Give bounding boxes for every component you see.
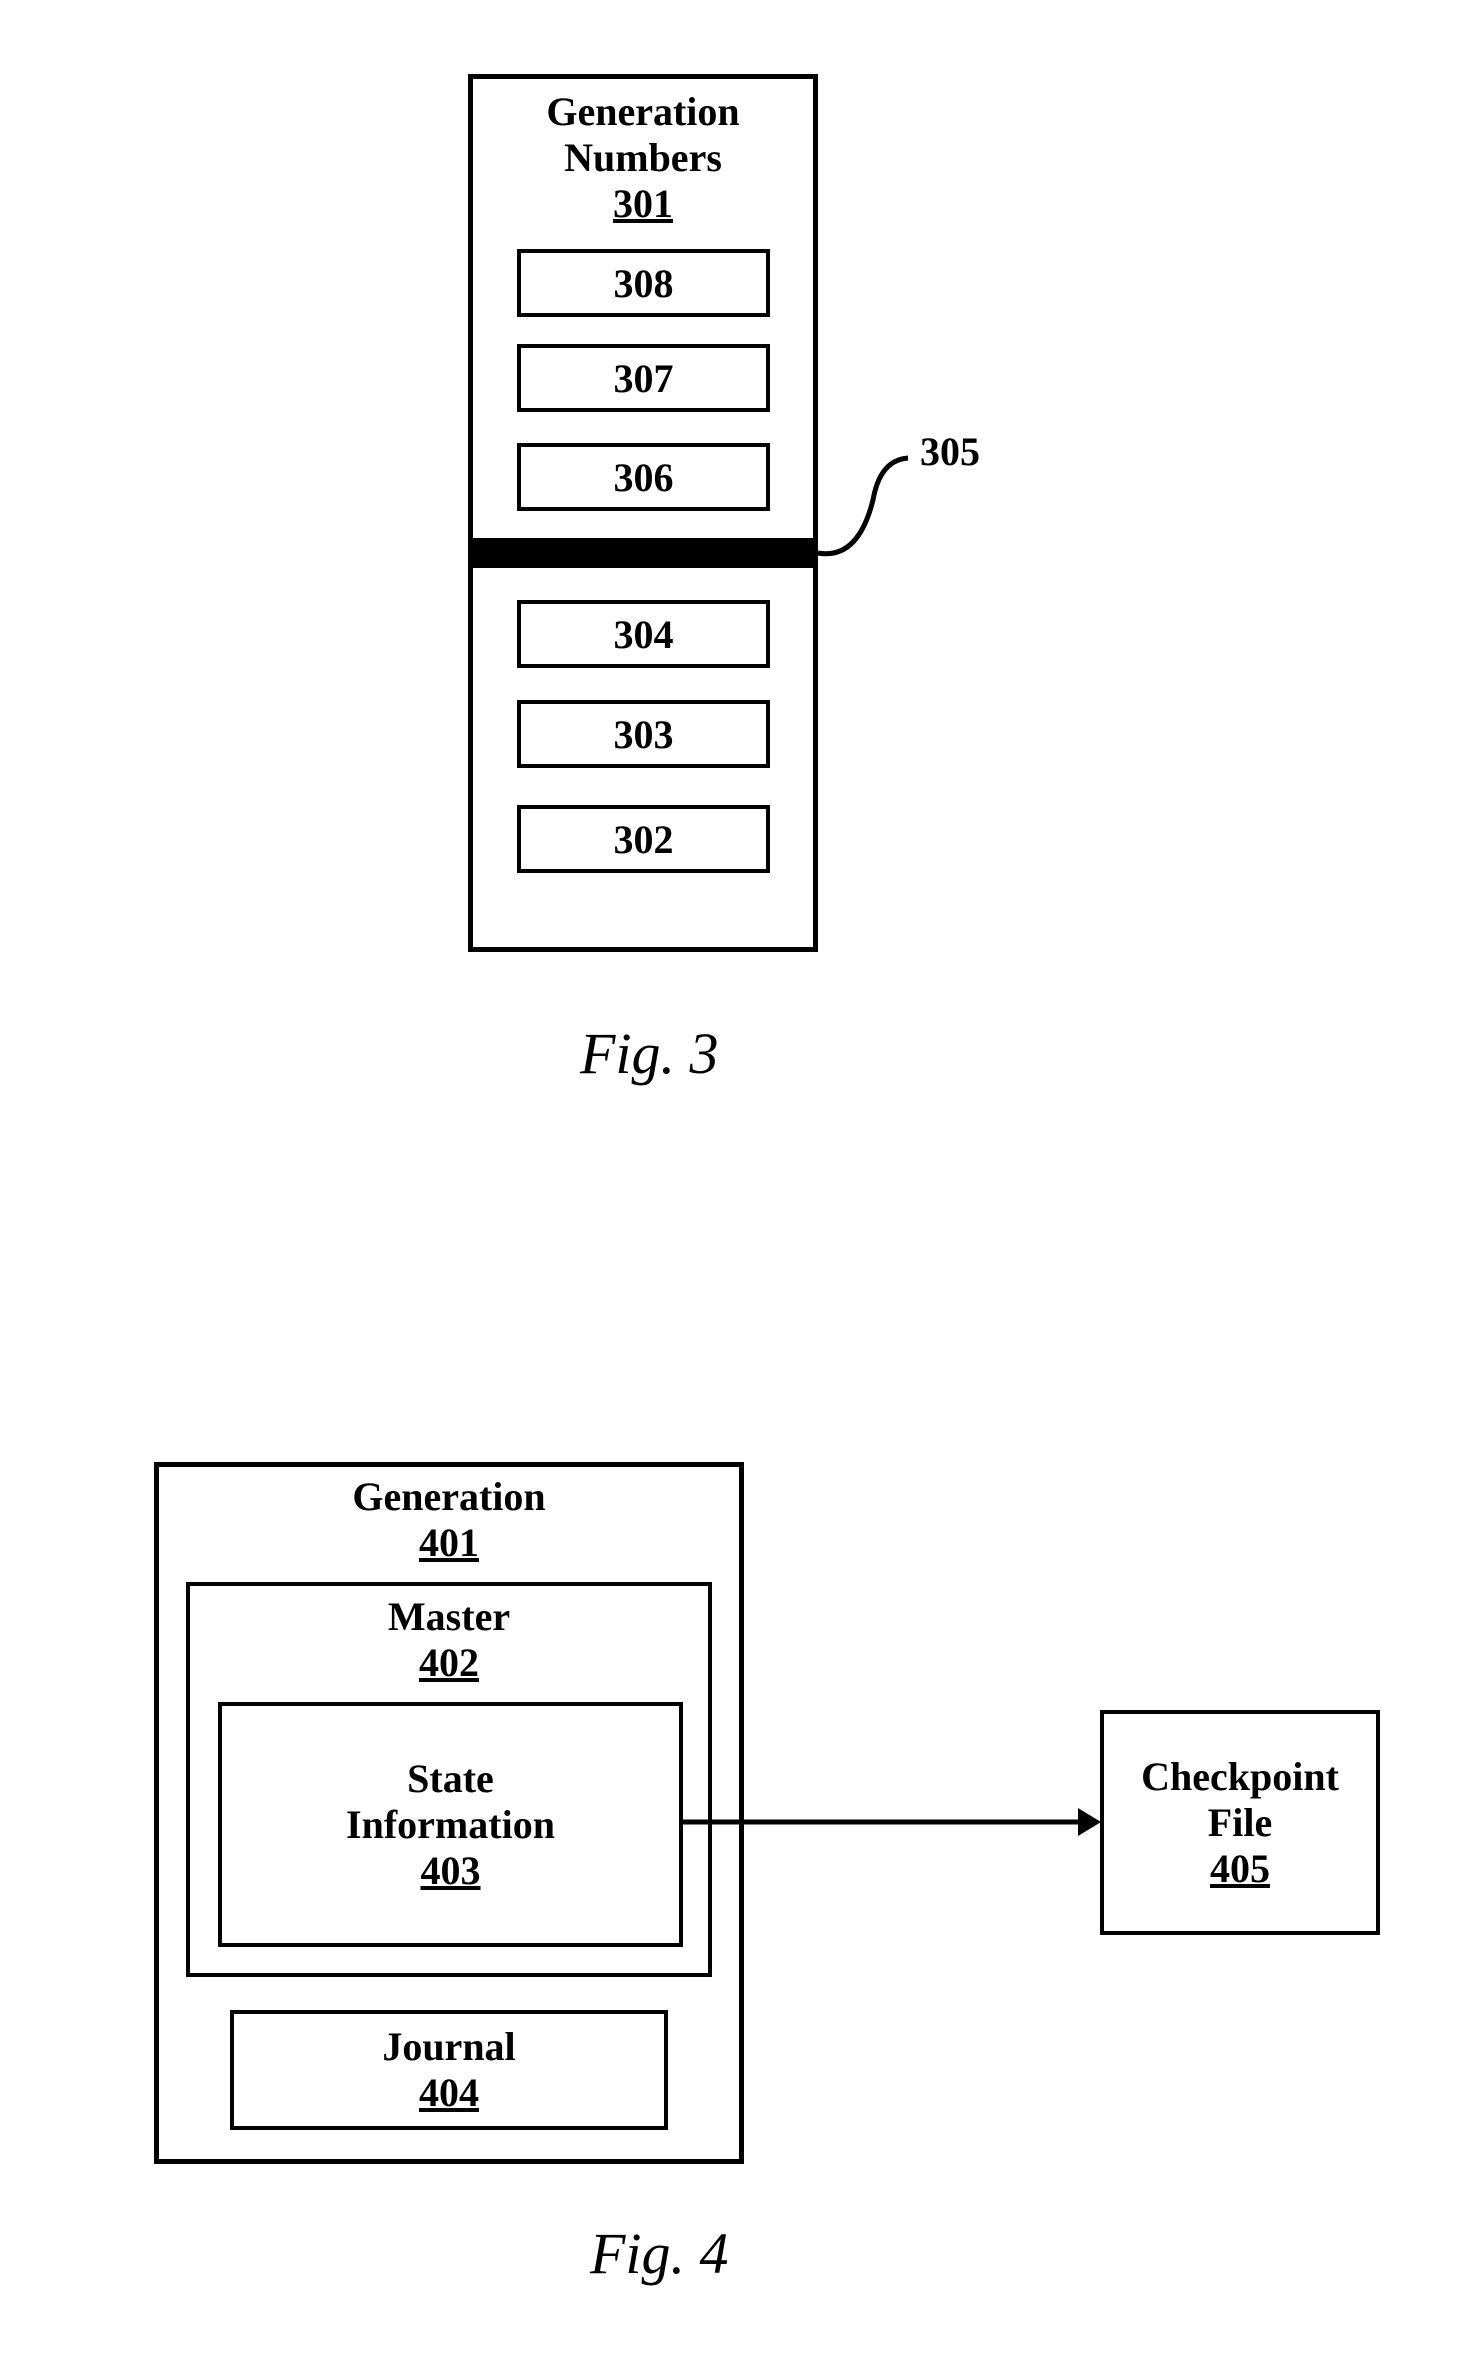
fig3-title-line2: Numbers — [473, 135, 813, 181]
fig4-generation-title-block: Generation 401 — [154, 1470, 744, 1570]
fig3-divider — [468, 538, 818, 568]
fig4-journal-text: Journal 404 — [234, 2014, 664, 2126]
fig3-item-308: 308 — [517, 249, 770, 317]
fig4-state-title-2: Information — [346, 1802, 555, 1848]
fig4-journal-box: Journal 404 — [230, 2010, 668, 2130]
fig3-item-304: 304 — [517, 600, 770, 668]
fig4-generation-title: Generation — [352, 1474, 545, 1520]
fig4-master-ref: 402 — [419, 1640, 479, 1686]
fig4-state-title-1: State — [407, 1756, 494, 1802]
fig3-item-label: 303 — [614, 711, 674, 758]
fig4-master-title-block: Master 402 — [186, 1590, 712, 1690]
fig3-item-label: 304 — [614, 611, 674, 658]
fig4-state-ref: 403 — [421, 1848, 481, 1894]
fig4-caption: Fig. 4 — [590, 2220, 729, 2287]
fig3-item-label: 307 — [614, 355, 674, 402]
fig4-state-box: State Information 403 — [218, 1702, 683, 1947]
fig3-caption: Fig. 3 — [580, 1020, 719, 1087]
fig3-item-label: 306 — [614, 454, 674, 501]
fig3-title-line1: Generation — [473, 89, 813, 135]
fig4-checkpoint-ref: 405 — [1210, 1846, 1270, 1892]
fig4-state-text: State Information 403 — [222, 1706, 679, 1943]
fig4-checkpoint-title-1: Checkpoint — [1141, 1754, 1339, 1800]
fig4-generation-ref: 401 — [419, 1520, 479, 1566]
fig4-arrow — [683, 1800, 1103, 1850]
fig4-journal-title: Journal — [382, 2024, 515, 2070]
fig4-checkpoint-text: Checkpoint File 405 — [1104, 1714, 1376, 1931]
fig3-item-303: 303 — [517, 700, 770, 768]
fig4-master-title: Master — [388, 1594, 510, 1640]
fig3-item-302: 302 — [517, 805, 770, 873]
fig3-container-ref: 301 — [473, 181, 813, 227]
fig4-checkpoint-title-2: File — [1208, 1800, 1272, 1846]
fig4-journal-ref: 404 — [419, 2070, 479, 2116]
fig3-item-307: 307 — [517, 344, 770, 412]
fig4-checkpoint-box: Checkpoint File 405 — [1100, 1710, 1380, 1935]
fig3-title-block: Generation Numbers 301 — [473, 79, 813, 227]
fig3-item-306: 306 — [517, 443, 770, 511]
fig3-divider-label: 305 — [920, 428, 980, 475]
fig3-item-label: 302 — [614, 816, 674, 863]
fig3-item-label: 308 — [614, 260, 674, 307]
